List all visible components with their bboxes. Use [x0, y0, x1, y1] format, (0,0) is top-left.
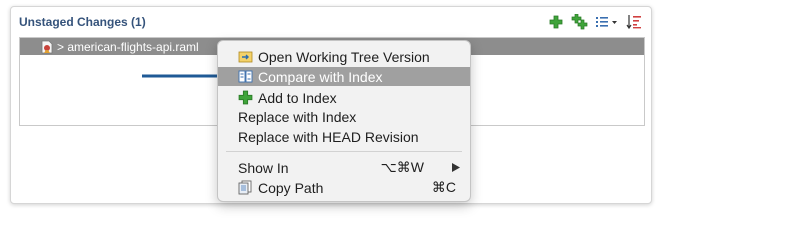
menu-item-label: Replace with HEAD Revision	[238, 128, 419, 145]
panel-title: Unstaged Changes (1)	[19, 15, 146, 29]
panel-header: Unstaged Changes (1)	[11, 7, 651, 35]
compare-icon	[238, 69, 253, 84]
menu-item-open-working-tree[interactable]: Open Working Tree Version	[218, 47, 470, 66]
open-working-tree-icon	[238, 49, 253, 64]
menu-item-shortcut: ⌥⌘W	[380, 159, 424, 175]
menu-item-copy-path[interactable]: Copy Path ⌘C	[218, 178, 470, 197]
file-label: > american-flights-api.raml	[57, 39, 199, 54]
menu-item-label: Add to Index	[258, 89, 337, 106]
menu-item-shortcut: ⌘C	[431, 179, 456, 195]
menu-item-compare-with-index[interactable]: Compare with Index	[218, 67, 470, 86]
context-menu: Open Working Tree Version Compare with I…	[217, 40, 471, 202]
menu-item-show-in[interactable]: Show In ⌥⌘W	[218, 158, 470, 177]
view-menu-icon[interactable]	[595, 13, 619, 31]
add-icon	[238, 90, 253, 105]
menu-item-label: Copy Path	[258, 179, 324, 196]
add-icon[interactable]	[547, 13, 565, 31]
submenu-arrow-icon	[452, 163, 460, 172]
menu-item-add-to-index[interactable]: Add to Index	[218, 88, 470, 107]
menu-item-label: Replace with Index	[238, 108, 357, 125]
menu-item-label: Show In	[238, 159, 289, 176]
menu-separator	[226, 151, 462, 152]
menu-item-replace-with-head[interactable]: Replace with HEAD Revision	[218, 127, 470, 146]
panel-toolbar	[547, 13, 643, 31]
file-modified-icon	[40, 40, 54, 54]
copy-icon	[238, 180, 253, 195]
add-all-icon[interactable]	[571, 13, 589, 31]
sort-icon[interactable]	[625, 13, 643, 31]
menu-item-replace-with-index[interactable]: Replace with Index	[218, 107, 470, 126]
menu-item-label: Compare with Index	[258, 68, 383, 85]
menu-item-label: Open Working Tree Version	[258, 48, 430, 65]
